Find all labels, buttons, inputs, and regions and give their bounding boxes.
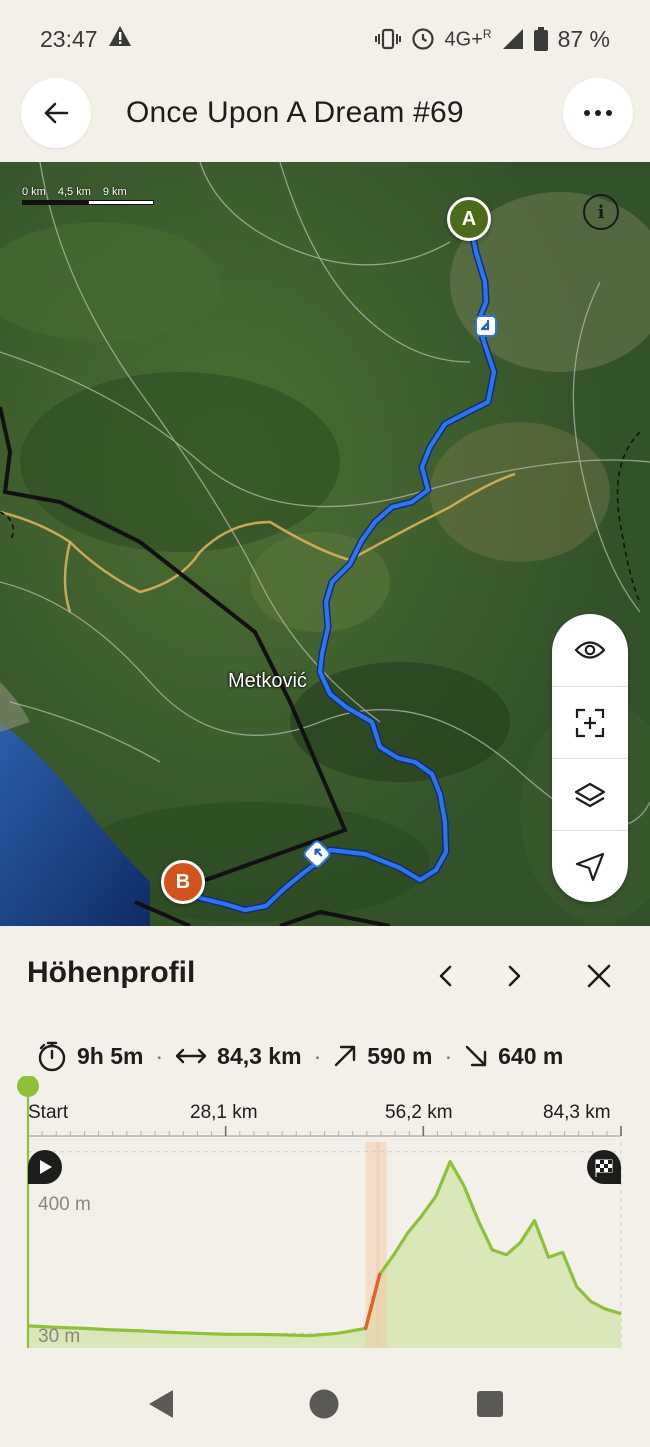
app-header: Once Upon A Dream #69 bbox=[0, 78, 650, 162]
elevation-chart[interactable] bbox=[0, 1076, 650, 1348]
nav-recents-button[interactable] bbox=[472, 1386, 508, 1422]
distance-value: 84,3 km bbox=[217, 1042, 302, 1069]
separator-dot: · bbox=[313, 1042, 322, 1069]
route-map[interactable]: 0 km 4,5 km 9 km i Metković A B bbox=[0, 162, 650, 926]
separator-dot: · bbox=[444, 1042, 453, 1069]
chevron-right-icon bbox=[508, 965, 521, 987]
scale-label: 0 km bbox=[22, 186, 46, 198]
separator-dot: · bbox=[155, 1042, 164, 1069]
arrow-up-right-icon bbox=[335, 1045, 356, 1067]
vibrate-icon bbox=[374, 28, 401, 50]
more-options-button[interactable] bbox=[563, 78, 633, 148]
toggle-visibility-button[interactable] bbox=[552, 614, 628, 686]
triangle-back-icon bbox=[149, 1390, 173, 1418]
warning-icon bbox=[108, 25, 132, 53]
navigate-icon bbox=[575, 852, 605, 881]
close-button[interactable] bbox=[579, 958, 619, 994]
more-horizontal-icon bbox=[584, 110, 612, 116]
map-controls bbox=[552, 614, 628, 902]
recenter-icon bbox=[575, 708, 605, 737]
my-location-button[interactable] bbox=[552, 830, 628, 902]
descent-value: 640 m bbox=[498, 1042, 564, 1069]
alarm-icon bbox=[411, 27, 435, 51]
battery-percent: 87 % bbox=[557, 25, 610, 52]
scale-label: 4,5 km bbox=[57, 186, 91, 198]
close-icon bbox=[587, 964, 611, 988]
status-time: 23:47 bbox=[40, 25, 98, 52]
battery-icon bbox=[533, 27, 548, 51]
end-marker[interactable]: B bbox=[161, 860, 205, 904]
network-label: 4G+R bbox=[444, 26, 492, 51]
eye-icon bbox=[574, 641, 606, 659]
duration-stat: 9h 5m bbox=[37, 1040, 143, 1072]
scale-label: 9 km bbox=[102, 186, 127, 198]
map-info-button[interactable]: i bbox=[583, 194, 619, 230]
elevation-panel: Höhenprofil 9h 5m · 84,3 km · 590 m · 64… bbox=[0, 926, 650, 1356]
map-layers-button[interactable] bbox=[552, 758, 628, 830]
position-cursor-handle bbox=[17, 1076, 39, 1097]
route-direction-marker bbox=[475, 315, 497, 337]
city-label: Metković bbox=[228, 670, 307, 692]
finish-flag-icon bbox=[587, 1150, 621, 1184]
stopwatch-icon bbox=[38, 1041, 66, 1072]
panel-title: Höhenprofil bbox=[27, 956, 196, 989]
square-recents-icon bbox=[477, 1391, 503, 1417]
y-tick-label-top: 400 m bbox=[38, 1194, 91, 1215]
y-tick-label-bottom: 30 m bbox=[38, 1326, 81, 1347]
arrow-left-icon bbox=[44, 102, 69, 124]
layers-icon bbox=[574, 782, 606, 807]
duration-value: 9h 5m bbox=[77, 1042, 144, 1069]
elevation-area bbox=[28, 1161, 621, 1348]
steep-segment-band bbox=[376, 1142, 387, 1348]
chevron-left-icon bbox=[439, 965, 452, 987]
next-button[interactable] bbox=[495, 958, 535, 994]
fit-route-button[interactable] bbox=[552, 686, 628, 758]
map-scale: 0 km 4,5 km 9 km bbox=[22, 186, 154, 205]
previous-button[interactable] bbox=[425, 958, 465, 994]
back-button[interactable] bbox=[21, 78, 91, 148]
nav-home-button[interactable] bbox=[306, 1386, 342, 1422]
ascent-stat: 590 m bbox=[333, 1043, 432, 1070]
distance-stat: 84,3 km bbox=[175, 1042, 302, 1070]
signal-icon bbox=[502, 28, 524, 50]
system-nav-bar bbox=[0, 1356, 650, 1447]
arrow-down-right-icon bbox=[465, 1045, 487, 1067]
descent-stat: 640 m bbox=[464, 1043, 563, 1070]
status-bar: 23:47 4G+R 87 % bbox=[0, 0, 650, 78]
circle-home-icon bbox=[309, 1389, 339, 1419]
info-icon: i bbox=[597, 201, 605, 223]
start-marker[interactable]: A bbox=[447, 197, 491, 241]
distance-arrows-icon bbox=[175, 1048, 207, 1064]
nav-back-button[interactable] bbox=[143, 1386, 179, 1422]
route-stats: 9h 5m · 84,3 km · 590 m · 640 m bbox=[37, 1038, 650, 1074]
start-flag-icon bbox=[28, 1150, 62, 1184]
page-title: Once Upon A Dream #69 bbox=[126, 96, 464, 129]
ascent-value: 590 m bbox=[367, 1042, 433, 1069]
